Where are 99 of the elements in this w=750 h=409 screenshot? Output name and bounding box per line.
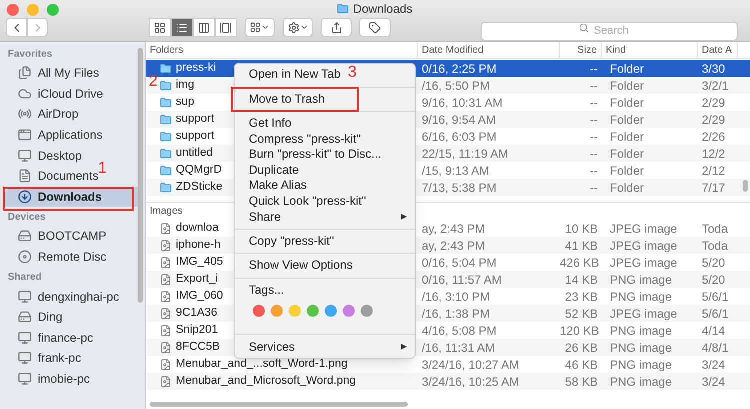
table-cell-text: JPEG image [609, 238, 678, 255]
table-cell-text: 7/17 [701, 180, 726, 197]
table-cell-text: 22/15, 11:19 AM [421, 146, 510, 163]
step-number: 1 [98, 161, 107, 177]
table-cell-text: Folder [609, 78, 646, 95]
table-cell-text: -- [589, 163, 599, 180]
file-name: 8FCC5B [176, 340, 220, 356]
table-cell-text: 6/16, 6:03 PM [421, 129, 498, 146]
table-cell-text: -- [589, 112, 599, 129]
table-cell-text: 7/13, 5:38 PM [421, 180, 498, 197]
file-name: QQMgrD [176, 163, 222, 178]
table-cell-text: 3/24/16, 10:25 AM [421, 374, 520, 391]
file-name: Export_i [176, 272, 218, 288]
table-cell-text: PNG image [609, 272, 674, 289]
table-cell-text: PNG image [609, 374, 674, 391]
table-cell-text: Folder [609, 180, 646, 197]
table-cell-text: 12/2 [701, 146, 726, 163]
file-name: untitled [176, 146, 214, 162]
table-cell-text: 52 KB [564, 306, 599, 323]
sidebar-heading: Favorites [7, 48, 54, 62]
table-cell-text: Folder [609, 112, 646, 129]
table-cell-text: 3/24 [701, 357, 726, 374]
table-cell-text: 5/20 [701, 272, 726, 289]
table-cell-text: 426 KB [560, 255, 600, 272]
section-heading: Images [149, 205, 184, 219]
table-cell-text: 2/12 [701, 163, 726, 180]
table-cell-text: JPEG image [609, 306, 678, 323]
table-cell-text: 41 KB [564, 238, 599, 255]
table-cell-text: PNG image [609, 357, 674, 374]
table-cell-text: 4/16, 5:08 PM [421, 323, 498, 340]
table-cell-text: PNG image [609, 323, 674, 340]
table-cell-text: -- [589, 146, 599, 163]
table-cell-text: 3/30 [701, 61, 726, 78]
table-cell-text: /16, 11:31 AM [421, 340, 496, 357]
file-name: img [176, 78, 195, 94]
file-name: support [176, 112, 214, 128]
table-cell-text: /16, 3:10 PM [421, 289, 492, 306]
file-name: Menubar_and_...soft_Word-1.png [176, 357, 348, 372]
table-cell-text: Folder [609, 95, 646, 112]
table-cell-text: 9/16, 10:31 AM [421, 95, 504, 112]
file-name: downloa [176, 221, 219, 236]
table-cell-text: 0/16, 11:57 AM [421, 272, 503, 289]
table-cell-text: -- [589, 61, 599, 78]
table-cell-text: Folder [609, 146, 646, 163]
table-cell-text: 26 KB [564, 340, 599, 357]
table-cell-text: 2/29 [701, 112, 726, 129]
table-cell-text: 5/6/1 [701, 306, 730, 323]
file-name: IMG_405 [176, 255, 224, 270]
table-cell-text: 4/8/1 [701, 340, 730, 357]
table-cell-text: 120 KB [560, 323, 600, 340]
table-cell-text: 0/16, 5:04 PM [421, 255, 498, 272]
window-title: Downloads [353, 1, 413, 18]
sidebar-heading: Devices [7, 211, 47, 226]
file-name: ZDSticke [176, 180, 223, 196]
table-cell-text: /15, 9:13 AM [421, 163, 490, 180]
table-cell-text: Toda [701, 221, 730, 238]
table-cell-text: 5/20 [701, 255, 726, 272]
table-cell-text: JPEG image [609, 221, 678, 238]
file-name: Menubar_and_Microsoft_Word.png [176, 374, 356, 390]
table-cell-text: PNG image [609, 289, 674, 306]
submenu-arrow: ▶ [401, 210, 407, 223]
sidebar-heading: Shared [7, 271, 43, 286]
submenu-arrow: ▶ [401, 340, 407, 353]
file-name: IMG_060 [176, 289, 224, 304]
table-cell-text: ay, 2:43 PM [421, 238, 486, 255]
table-cell-text: PNG image [609, 340, 674, 357]
table-cell-text: -- [589, 129, 599, 146]
file-name: sup [176, 95, 195, 110]
table-cell-text: JPEG image [609, 255, 678, 272]
table-cell-text: 10 KB [564, 221, 599, 238]
table-cell-text: Folder [609, 163, 646, 180]
table-cell-text: 4/14 [701, 323, 726, 340]
table-cell-text: 46 KB [564, 357, 599, 374]
table-cell-text: /16, 1:38 PM [421, 306, 492, 323]
step-number: 2 [149, 74, 158, 90]
table-cell-text: 23 KB [564, 289, 599, 306]
table-cell-text: -- [589, 78, 599, 95]
table-cell-text: 3/24 [701, 374, 726, 391]
table-cell-text: 2/29 [701, 95, 726, 112]
table-cell-text: -- [589, 180, 599, 197]
file-name: 9C1A36 [176, 306, 218, 322]
table-cell-text: /16, 5:50 PM [421, 78, 492, 95]
table-cell-text: Folder [609, 129, 646, 146]
table-cell-text: Folder [609, 61, 646, 78]
table-cell-text: ay, 2:43 PM [421, 221, 486, 238]
table-cell-text: 5/6/1 [701, 289, 730, 306]
file-name: press-ki [176, 61, 216, 76]
file-name: iphone-h [176, 238, 221, 254]
table-cell-text: 3/24/16, 10:27 AM [421, 357, 520, 374]
table-cell-text: 0/16, 2:25 PM [421, 61, 498, 78]
file-name: Snip201 [176, 323, 218, 338]
table-cell-text: 3/2/1 [701, 78, 730, 95]
file-name: support [176, 129, 214, 144]
table-cell-text: 58 KB [564, 374, 599, 391]
table-cell-text: 9/16, 9:54 AM [421, 112, 498, 129]
table-cell-text: Toda [701, 238, 730, 255]
table-cell-text: 14 KB [564, 272, 599, 289]
table-cell-text: 2/26 [701, 129, 726, 146]
table-cell-text: -- [589, 95, 599, 112]
